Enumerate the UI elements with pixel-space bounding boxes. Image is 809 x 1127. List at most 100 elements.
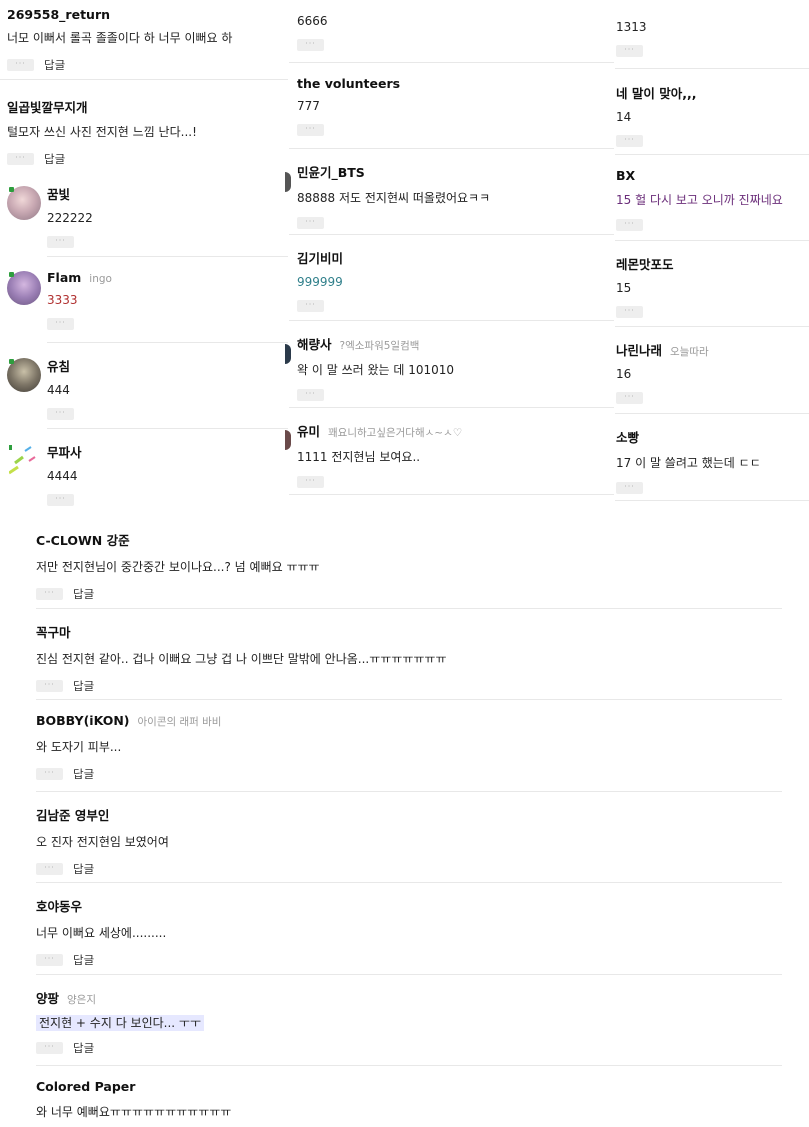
comment-footer: ··· [297, 39, 614, 51]
reply-button[interactable]: 답글 [73, 766, 94, 782]
more-options-button[interactable]: ··· [297, 217, 324, 229]
more-options-button[interactable]: ··· [616, 135, 643, 147]
comment-footer: ··· 답글 [36, 586, 782, 602]
more-options-button[interactable]: ··· [36, 768, 63, 780]
comment-item: the volunteers 777 ··· [289, 63, 614, 149]
comment-nickname[interactable]: 꼭구마 [36, 622, 782, 641]
middle-comment-column: 6666 ··· the volunteers 777 ··· 민윤기_BTS … [285, 0, 614, 495]
comment-nickname: BOBBY(iKON) 아이콘의 래퍼 바비 [36, 713, 782, 729]
more-options-button[interactable]: ··· [297, 389, 324, 401]
reply-button[interactable]: 답글 [44, 57, 65, 73]
more-options-button[interactable]: ··· [616, 306, 643, 318]
comment-item: BOBBY(iKON) 아이콘의 래퍼 바비 와 도자기 피부... ··· 답글 [36, 700, 782, 792]
comment-nickname[interactable]: Colored Paper [36, 1079, 782, 1094]
comment-footer: ··· [616, 219, 809, 231]
comment-footer: ··· [297, 124, 614, 136]
comment-nickname[interactable]: 일곱빛깔무지개 [7, 97, 288, 116]
more-options-button[interactable]: ··· [616, 45, 643, 57]
more-options-button[interactable]: ··· [47, 236, 74, 248]
more-options-button[interactable]: ··· [47, 408, 74, 420]
comment-subtitle: 양은지 [67, 993, 96, 1006]
nickname-label[interactable]: 해량사 [297, 337, 332, 352]
more-options-button[interactable]: ··· [616, 219, 643, 231]
comment-subtitle: 꽤요니하고싶은거다해ㅅ~ㅅ♡ [328, 427, 463, 439]
more-options-button[interactable]: ··· [7, 153, 34, 165]
comment-item: 유미 꽤요니하고싶은거다해ㅅ~ㅅ♡ 1111 전지현님 보여요.. ··· [289, 408, 614, 495]
comment-nickname: Flam ingo [47, 270, 288, 285]
more-options-button[interactable]: ··· [297, 300, 324, 312]
reply-button[interactable]: 답글 [44, 151, 65, 167]
comment-nickname[interactable]: C-CLOWN 강준 [36, 530, 782, 549]
comment-footer: ··· 답글 [36, 861, 782, 877]
comment-footer: ··· [616, 135, 809, 147]
comment-item: 민윤기_BTS 88888 저도 전지현씨 떠올렸어요ㅋㅋ ··· [289, 149, 614, 235]
comment-nickname[interactable]: 소빵 [616, 427, 809, 446]
more-options-button[interactable]: ··· [36, 679, 63, 692]
reply-item: 무파사 4444 ··· [8, 429, 288, 506]
comment-nickname[interactable]: the volunteers [297, 76, 614, 91]
reply-button[interactable]: 답글 [73, 586, 94, 602]
comment-nickname[interactable]: 민윤기_BTS [297, 162, 614, 181]
comment-nickname: 양팡 양은지 [36, 988, 782, 1007]
comment-nickname[interactable]: 레몬맛포도 [616, 254, 809, 273]
left-comment-column: 269558_return 너모 이뻐서 롤곡 졸졸이다 하 너무 이뻐요 하 … [0, 0, 288, 506]
reply-button[interactable]: 답글 [73, 952, 94, 968]
comment-footer: ··· [297, 389, 614, 401]
nickname-label[interactable]: 유미 [297, 424, 320, 439]
comment-text: 222222 [47, 211, 93, 225]
comment-text: 1313 [616, 20, 647, 34]
more-options-button[interactable]: ··· [36, 588, 63, 600]
more-options-button[interactable]: ··· [616, 392, 643, 404]
more-options-button[interactable]: ··· [297, 124, 324, 136]
comment-subtitle: 아이콘의 래퍼 바비 [137, 716, 222, 728]
reply-item: 꿈빛 222222 ··· [7, 171, 288, 257]
highlighted-text: 전지현 + 수지 다 보인다... ㅜㅜ [36, 1014, 205, 1031]
comment-text: 너무 이뻐요 세상에......... [36, 926, 167, 940]
comment-item: 6666 ··· [289, 0, 614, 63]
comment-footer: ··· [47, 236, 288, 248]
more-options-button[interactable]: ··· [36, 1041, 63, 1054]
comment-nickname[interactable]: BX [616, 168, 809, 183]
comment-nickname[interactable]: 김남준 영부인 [36, 805, 782, 824]
comment-nickname[interactable]: 269558_return [7, 7, 288, 22]
reply-button[interactable]: 답글 [73, 678, 94, 694]
comment-item: 김기비미 999999 ··· [289, 235, 614, 321]
more-options-button[interactable]: ··· [47, 318, 74, 330]
comment-item: 소빵 17 이 말 쓸려고 했는데 ㄷㄷ ··· [615, 414, 809, 501]
more-options-button[interactable]: ··· [36, 954, 63, 966]
comment-nickname[interactable]: 꿈빛 [47, 184, 288, 203]
comment-nickname: 해량사 ?엑소파워5일컴백 [297, 334, 614, 353]
comment-nickname[interactable]: 호야동우 [36, 896, 782, 915]
more-options-button[interactable]: ··· [47, 494, 74, 506]
comment-footer: ··· [297, 476, 614, 488]
comment-item: BX 15 헐 다시 보고 오니까 진짜네요 ··· [615, 155, 809, 241]
bottom-comment-list: C-CLOWN 강준 저만 전지현님이 중간중간 보이나요...? 넘 예뻐요 … [36, 517, 782, 1127]
more-options-button[interactable]: ··· [36, 862, 63, 875]
reply-button[interactable]: 답글 [73, 861, 94, 877]
comment-nickname[interactable]: 유침 [47, 356, 288, 375]
more-options-button[interactable]: ··· [297, 39, 324, 51]
nickname-label[interactable]: 나린나래 [616, 343, 662, 358]
comment-text: 전지현 + 수지 다 보인다... ㅜㅜ [36, 1014, 782, 1031]
new-badge-icon [9, 272, 14, 277]
comment-subtitle: ingo [89, 273, 112, 285]
comment-footer: ··· 답글 [36, 766, 782, 782]
reply-button[interactable]: 답글 [73, 1040, 94, 1056]
more-options-button[interactable]: ··· [616, 482, 643, 494]
nickname-label[interactable]: Flam [47, 270, 81, 285]
comment-nickname[interactable]: 김기비미 [297, 248, 614, 267]
nickname-label[interactable]: 양팡 [36, 991, 59, 1006]
comment-footer: ··· [616, 482, 809, 494]
comment-text: 15 헐 다시 보고 오니까 진짜네요 [616, 193, 783, 207]
comment-nickname[interactable]: 네 말이 맞아,,, [616, 83, 809, 102]
comment-text: 15 [616, 281, 632, 295]
more-options-button[interactable]: ··· [7, 59, 34, 71]
new-badge-icon [9, 187, 14, 192]
more-options-button[interactable]: ··· [297, 476, 324, 488]
nickname-label[interactable]: BOBBY(iKON) [36, 713, 130, 728]
comment-footer: ··· 답글 [36, 1040, 782, 1056]
comment-nickname[interactable]: 무파사 [47, 442, 288, 461]
comment-text: 1111 전지현님 보여요.. [297, 450, 421, 464]
comment-text: 444 [47, 383, 70, 397]
comment-subtitle: 오늘따라 [670, 346, 709, 358]
